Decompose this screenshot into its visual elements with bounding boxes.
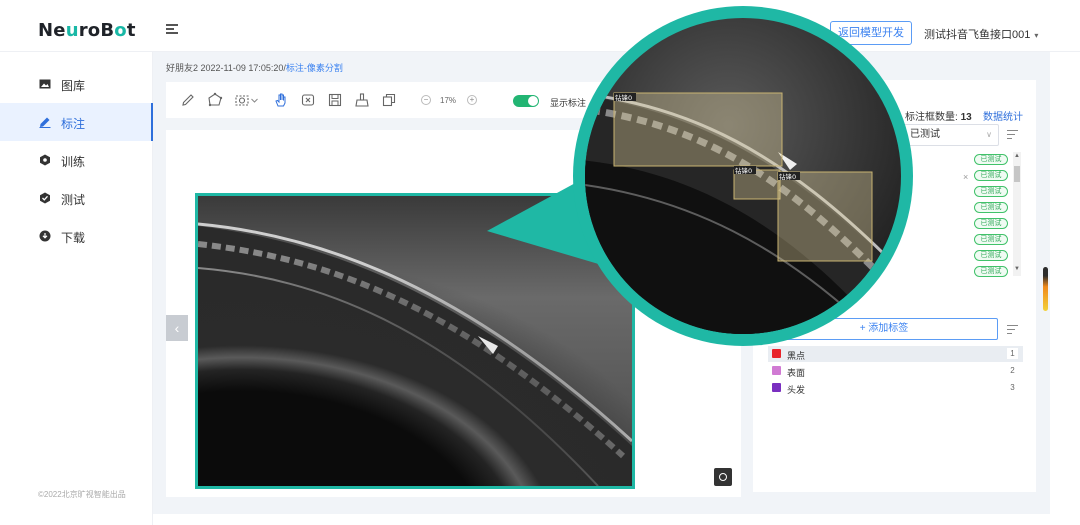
status-tag: 已测试 <box>974 266 1008 277</box>
pencil-tool-icon[interactable] <box>180 92 196 108</box>
show-annotation-toggle[interactable] <box>513 95 539 107</box>
label-count: 1 <box>1007 348 1018 359</box>
test-icon <box>40 192 50 204</box>
label-count: 2 <box>1010 366 1015 375</box>
sidebar-item-test[interactable]: 测试 <box>0 179 153 217</box>
hand-pan-tool-icon[interactable] <box>273 92 289 108</box>
status-tag: 已测试 <box>974 170 1008 181</box>
status-tag: 已测试 <box>974 202 1008 213</box>
sidebar-item-label: 训练 <box>61 155 86 169</box>
status-tag: 已测试 <box>974 250 1008 261</box>
eraser-tool-icon[interactable] <box>300 92 316 108</box>
image-content <box>198 196 632 486</box>
status-tag: 已测试 <box>974 154 1008 165</box>
sidebar-item-label: 图库 <box>61 79 86 93</box>
breadcrumb-current[interactable]: 标注-像素分割 <box>286 63 343 73</box>
sidebar-item-label: 下载 <box>61 231 86 245</box>
menu-toggle-icon[interactable] <box>166 24 178 35</box>
chevron-down-icon[interactable] <box>250 92 259 108</box>
add-label-button[interactable]: + 添加标签 <box>770 318 998 340</box>
sidebar-item-download[interactable]: 下载 <box>0 217 153 255</box>
scroll-thumb[interactable] <box>1014 166 1020 182</box>
sort-icon[interactable] <box>1007 130 1018 139</box>
label-name: 头发 <box>787 385 806 395</box>
status-tag: 已测试 <box>974 186 1008 197</box>
row-close-icon[interactable]: × <box>963 172 968 182</box>
annotation-count: 标注框数量: 13 <box>905 112 972 123</box>
status-tag: 已测试 <box>974 218 1008 229</box>
right-panel: 标注框数量: 13 数据统计 已测试 ∨ × 已测试 已测试 已测试 已测试 已测… <box>753 80 1036 492</box>
list-scrollbar[interactable]: ▲ ▼ <box>1013 152 1021 276</box>
breadcrumb: 好朋友2 2022-11-09 17:05:20/标注-像素分割 <box>166 61 343 74</box>
label-item[interactable]: 头发 3 <box>768 380 1023 396</box>
label-color-swatch <box>772 383 781 392</box>
inspection-image[interactable] <box>195 193 635 489</box>
status-tag: 已测试 <box>974 234 1008 245</box>
label-count: 3 <box>1010 383 1015 392</box>
scroll-up-icon[interactable]: ▲ <box>1014 153 1020 159</box>
logo: NeuroBot <box>38 20 136 41</box>
polygon-tool-icon[interactable] <box>207 92 223 108</box>
pencil-icon <box>39 117 51 128</box>
chevron-down-icon: ∨ <box>986 130 992 139</box>
clear-brush-icon[interactable] <box>354 92 370 108</box>
back-to-model-button[interactable]: 返回模型开发 <box>830 21 912 45</box>
annotation-toolbar: − 17% + 显示标注 <box>166 82 606 118</box>
top-header: NeuroBot 返回模型开发 测试抖音飞鱼接口001 ▾ <box>0 0 1080 52</box>
breadcrumb-project[interactable]: 好朋友2 2022-11-09 17:05:20/ <box>166 63 286 73</box>
label-item[interactable]: 表面 2 <box>768 363 1023 379</box>
show-annotation-label: 显示标注 <box>550 98 587 108</box>
scroll-down-icon[interactable]: ▼ <box>1014 266 1020 272</box>
zoom-out-button[interactable]: − <box>421 95 431 105</box>
image-icon <box>39 79 51 89</box>
sidebar-item-gallery[interactable]: 图库 <box>0 65 153 103</box>
sidebar-item-train[interactable]: 训练 <box>0 141 153 179</box>
smart-select-tool-icon[interactable] <box>234 92 250 108</box>
zoom-in-button[interactable]: + <box>467 95 477 105</box>
status-filter-select[interactable]: 已测试 ∨ <box>903 124 999 146</box>
label-name: 黑点 <box>787 351 806 361</box>
zoom-level: 17% <box>440 96 457 105</box>
label-name: 表面 <box>787 368 806 378</box>
copyright-text: ©2022北京旷视智能出品 <box>38 490 126 499</box>
page-scroll-indicator[interactable] <box>1043 267 1048 311</box>
user-menu[interactable]: 测试抖音飞鱼接口001 ▾ <box>924 26 1038 42</box>
user-name: 测试抖音飞鱼接口001 <box>924 29 1031 41</box>
label-color-swatch <box>772 366 781 375</box>
locate-icon[interactable] <box>714 468 732 486</box>
app-root: NeuroBot 返回模型开发 测试抖音飞鱼接口001 ▾ 图库 标注 训练 测试… <box>0 0 1080 525</box>
save-icon[interactable] <box>327 92 343 108</box>
download-icon <box>39 230 51 242</box>
sidebar: 图库 标注 训练 测试 下载 ©2022北京旷视智能出品 <box>0 52 153 525</box>
sort-icon[interactable] <box>1007 325 1018 334</box>
stats-link[interactable]: 数据统计 <box>983 108 1023 123</box>
sidebar-item-label: 标注 <box>61 117 86 131</box>
sidebar-item-annotate[interactable]: 标注 <box>0 103 153 141</box>
prev-image-button[interactable]: ‹ <box>166 315 188 341</box>
label-color-swatch <box>772 349 781 358</box>
sidebar-item-label: 测试 <box>61 193 86 207</box>
copy-icon[interactable] <box>381 92 397 108</box>
chevron-down-icon: ▾ <box>1034 31 1039 40</box>
label-item[interactable]: 黑点 1 <box>768 346 1023 362</box>
train-icon <box>40 154 50 166</box>
